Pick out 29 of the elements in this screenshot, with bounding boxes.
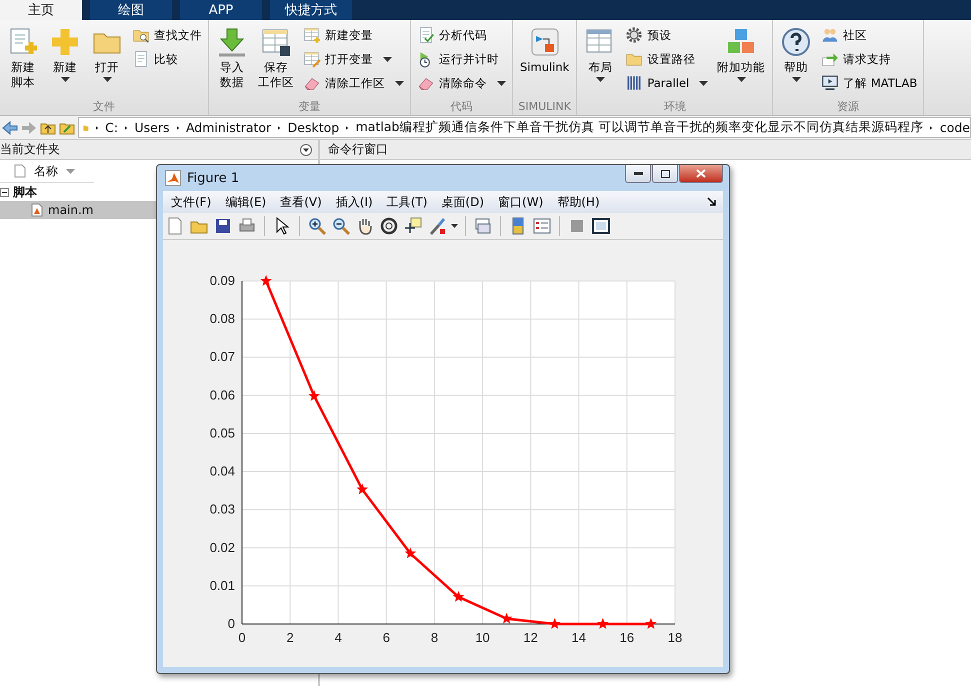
- y-tick-label: 0.01: [210, 578, 235, 593]
- y-tick-label: 0.03: [210, 502, 235, 517]
- x-tick-label: 14: [572, 630, 586, 645]
- group-title: SIMULINK: [517, 99, 572, 115]
- window-title: Figure 1: [187, 170, 240, 186]
- panel-title: 命令行窗口: [328, 141, 388, 158]
- y-tick-label: 0.05: [210, 425, 235, 440]
- x-tick-label: 2: [286, 630, 294, 645]
- y-tick-label: 0: [228, 616, 235, 631]
- y-tick-label: 0.09: [210, 273, 235, 288]
- group-title: 资源: [836, 99, 860, 115]
- group-title: 环境: [662, 99, 687, 115]
- group-title: 代码: [450, 99, 474, 115]
- x-tick-label: 0: [238, 630, 246, 645]
- x-tick-label: 6: [382, 630, 390, 645]
- y-tick-label: 0.02: [210, 540, 235, 555]
- y-tick-label: 0.08: [210, 311, 235, 326]
- x-tick-label: 16: [620, 630, 634, 645]
- x-tick-label: 10: [475, 630, 490, 645]
- x-tick-label: 4: [334, 630, 342, 645]
- panel-title: 当前文件夹: [0, 141, 60, 158]
- group-title: 文件: [92, 99, 116, 115]
- y-tick-label: 0.07: [210, 349, 235, 364]
- x-tick-label: 12: [523, 630, 538, 645]
- y-tick-label: 0.04: [210, 464, 235, 479]
- x-tick-label: 8: [430, 630, 438, 645]
- x-tick-label: 18: [668, 630, 682, 645]
- y-tick-label: 0.06: [210, 387, 235, 402]
- group-title: 变量: [298, 99, 322, 115]
